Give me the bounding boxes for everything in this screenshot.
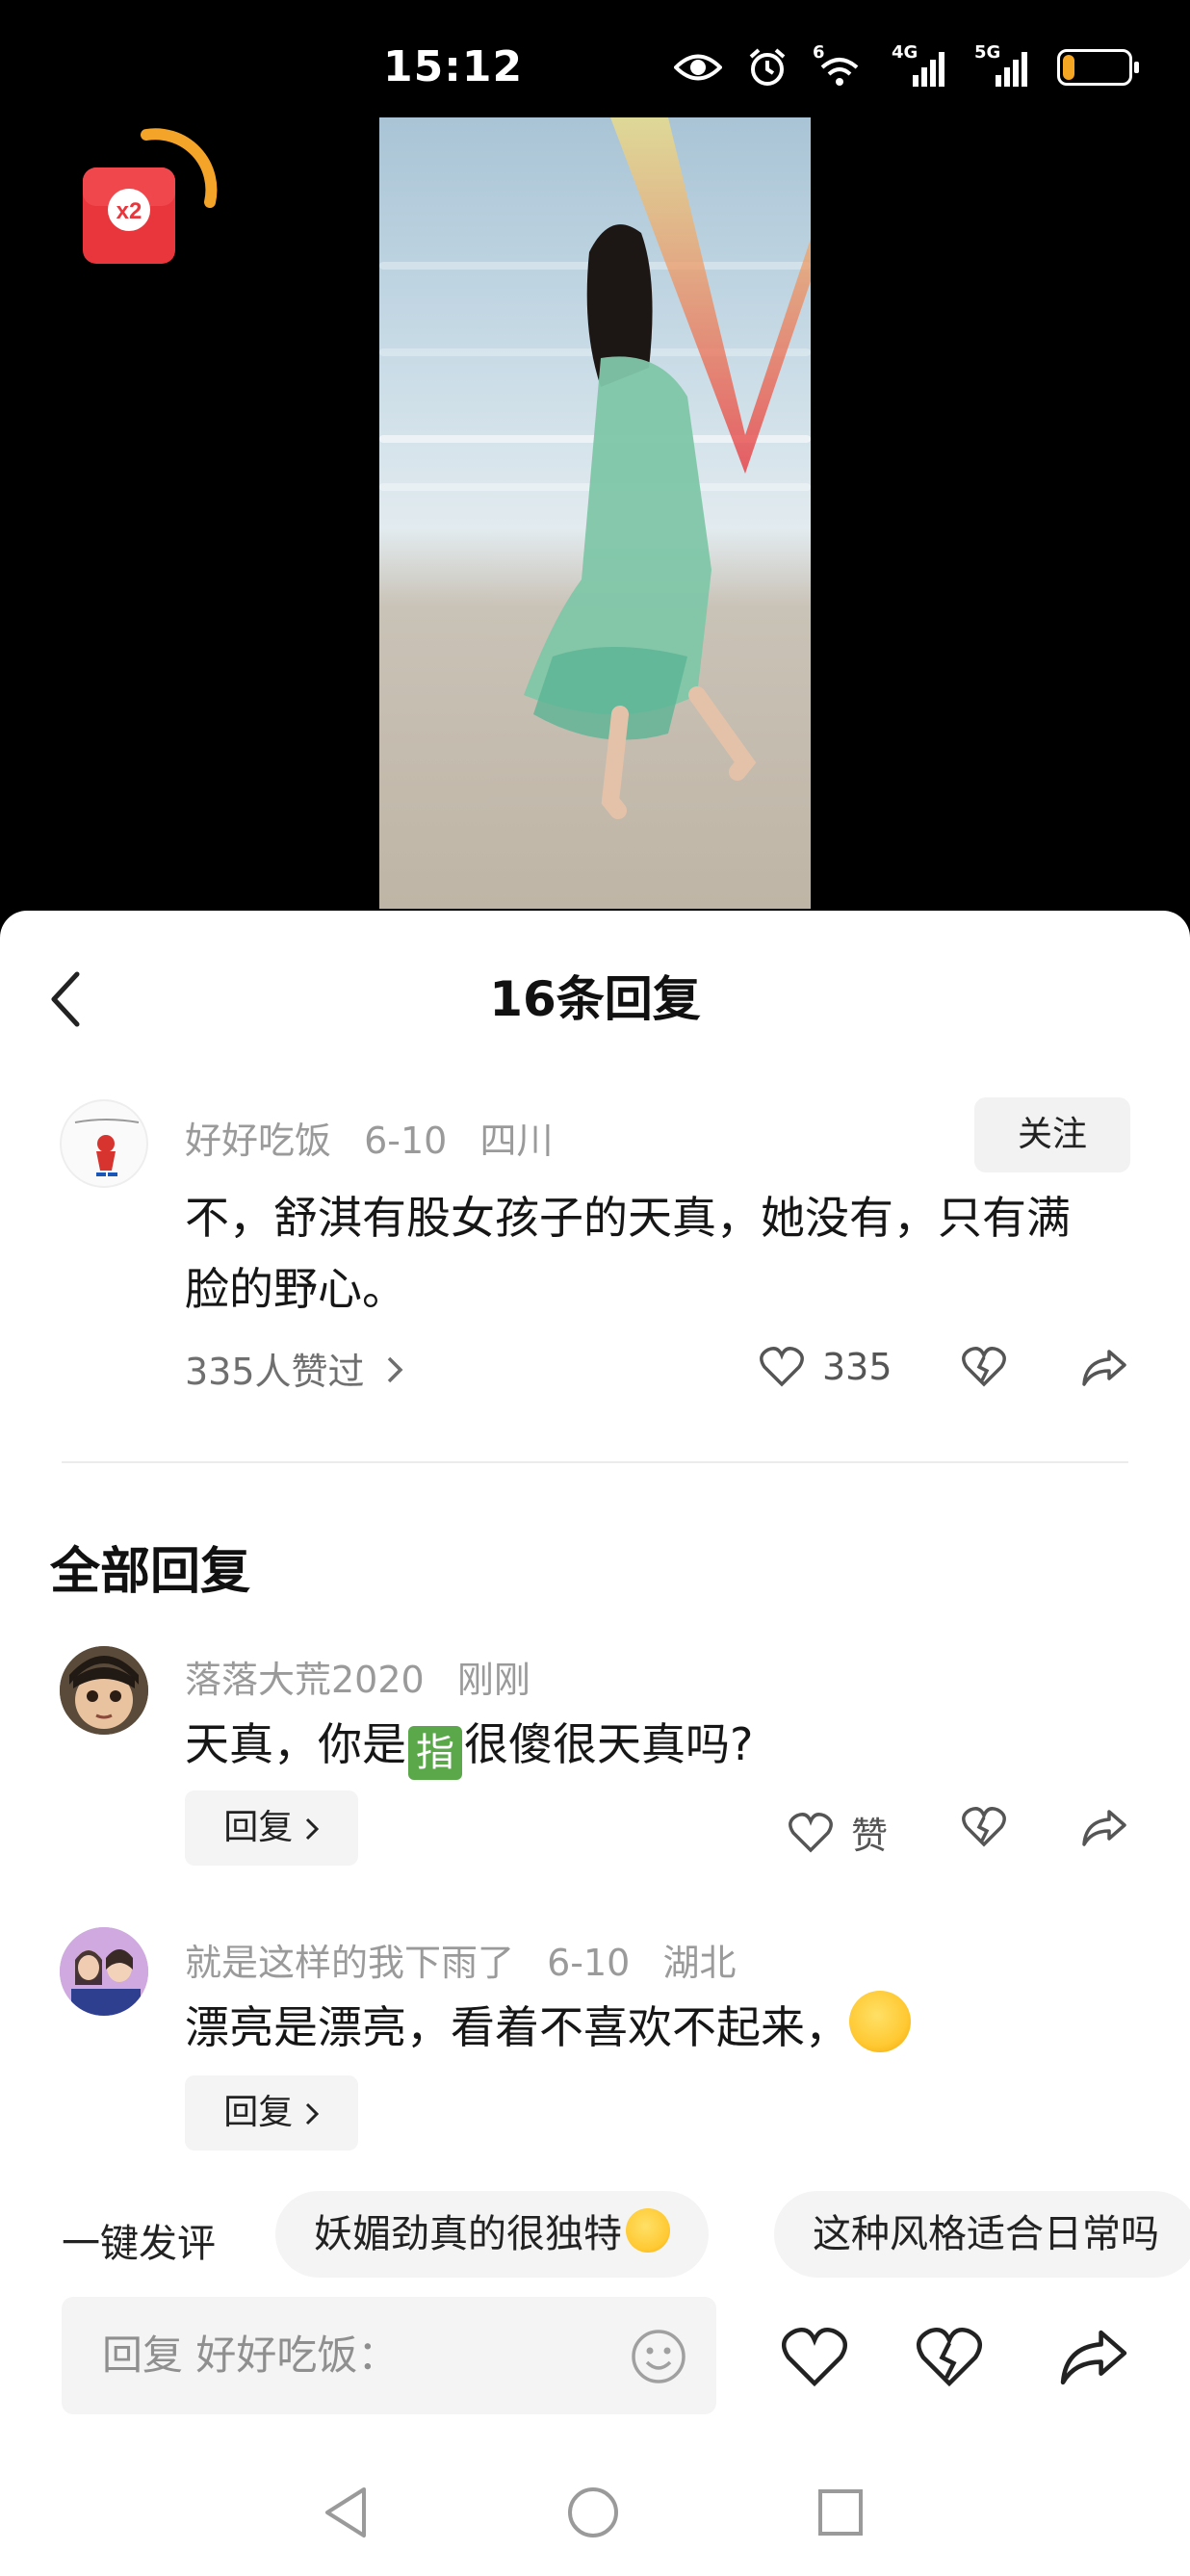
heart-icon [760, 1347, 804, 1387]
battery-icon: 15 [1057, 49, 1139, 86]
quick-comment-label: 一键发评 [62, 2222, 216, 2266]
reply-text: 天真，你是指很傻很天真吗? [185, 1710, 753, 1780]
chevron-right-icon [305, 2102, 319, 2125]
reply-text: 漂亮是漂亮，看着不喜欢不起来， [185, 1991, 911, 2056]
finger-emoji-icon: 指 [408, 1726, 462, 1780]
nav-recents-icon[interactable] [816, 2486, 865, 2539]
signal-5g-icon: 5G [974, 42, 1032, 89]
divider [62, 1461, 1128, 1463]
heart-icon [789, 1812, 833, 1852]
quick-comment-chip[interactable]: 妖媚劲真的很独特 [275, 2191, 709, 2278]
broken-heart-icon [962, 1347, 1006, 1387]
reply-button[interactable]: 回复 [185, 1790, 358, 1866]
likes-link[interactable]: 335人赞过 [185, 1342, 403, 1395]
share-icon[interactable] [1057, 2326, 1130, 2389]
wink-emoji-icon [626, 2208, 670, 2253]
comment-text: 不，舒淇有股女孩子的天真，她没有，只有满脸的野心。 [185, 1192, 1071, 1315]
laughing-emoji-icon [849, 1991, 911, 2052]
reply-username[interactable]: 落落大荒2020 [185, 1659, 425, 1701]
chevron-right-icon [305, 1817, 319, 1841]
dislike-button[interactable] [961, 1346, 1007, 1388]
reply-date: 刚刚 [456, 1659, 530, 1701]
share-button[interactable] [1080, 1348, 1128, 1388]
signal-4g-icon: 4G [892, 42, 949, 89]
dislike-button[interactable] [961, 1806, 1007, 1848]
like-button[interactable]: 335 [759, 1346, 892, 1388]
quick-comment-chip[interactable]: 这种风格适合日常吗 [774, 2191, 1190, 2278]
share-icon [1082, 1350, 1126, 1386]
nav-home-icon[interactable] [566, 2486, 620, 2539]
avatar[interactable] [60, 1646, 148, 1735]
comment-location: 四川 [479, 1120, 554, 1162]
red-packet-label: x2 [116, 198, 142, 224]
wifi-icon: 6 [813, 42, 867, 89]
comment-username[interactable]: 好好吃饭 [185, 1120, 331, 1162]
section-title: 全部回复 [50, 1543, 251, 1601]
broken-heart-icon[interactable] [915, 2326, 984, 2389]
broken-heart-icon [962, 1807, 1006, 1847]
reply-input[interactable]: 回复 好好吃饭： [62, 2297, 716, 2414]
comment-date: 6-10 [364, 1120, 448, 1162]
reply-location: 湖北 [662, 1942, 737, 1984]
alarm-icon [749, 48, 786, 86]
like-label: 赞 [851, 1815, 889, 1857]
reply-sheet: 16条回复 好好吃饭 6-10 四川 关注 不，舒淇有股女孩子的天真，她没有，只… [0, 911, 1190, 2576]
share-icon [1082, 1810, 1126, 1846]
reply-button[interactable]: 回复 [185, 2075, 358, 2151]
status-time: 15:12 [383, 42, 524, 91]
like-button[interactable]: 赞 [788, 1806, 888, 1859]
reply-date: 6-10 [547, 1942, 631, 1984]
avatar[interactable] [60, 1927, 148, 2016]
reply-username[interactable]: 就是这样的我下雨了 [185, 1942, 514, 1984]
red-packet-icon[interactable]: x2 [79, 127, 223, 271]
sheet-title: 16条回复 [489, 971, 701, 1027]
avatar[interactable] [60, 1099, 148, 1188]
video-player[interactable] [379, 117, 811, 909]
video-scene [524, 117, 811, 819]
reply-input-placeholder: 回复 好好吃饭： [102, 2331, 399, 2379]
like-count: 335 [822, 1346, 892, 1388]
emoji-picker-icon[interactable] [630, 2328, 687, 2385]
chevron-right-icon [386, 1351, 403, 1393]
nav-back-icon[interactable] [322, 2486, 370, 2539]
follow-button[interactable]: 关注 [974, 1097, 1130, 1172]
share-button[interactable] [1080, 1808, 1128, 1848]
heart-icon[interactable] [780, 2326, 849, 2389]
battery-percent: 15 [1076, 53, 1113, 82]
eye-icon [674, 54, 722, 81]
